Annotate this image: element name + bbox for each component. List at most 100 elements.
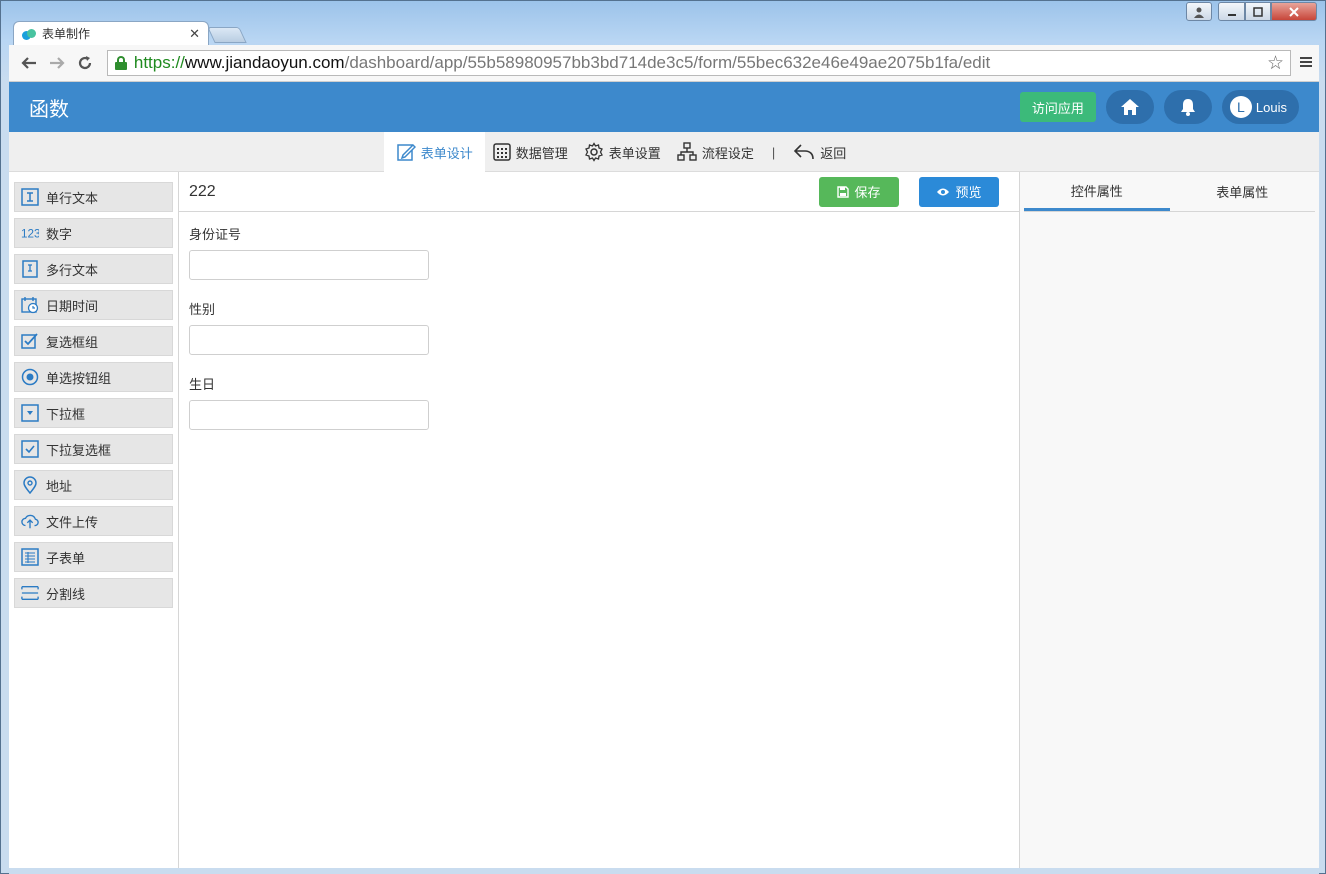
id-number-input[interactable] (189, 250, 429, 280)
maximize-button[interactable] (1245, 2, 1271, 21)
palette-label: 子表单 (46, 550, 86, 566)
preview-button[interactable]: 预览 (919, 176, 999, 207)
tab-label: 数据管理 (515, 145, 568, 161)
form-field-gender[interactable]: 性别 (179, 287, 1019, 362)
dropdown-check-icon (21, 440, 39, 458)
palette-item-datetime[interactable]: 日期时间 (14, 290, 173, 320)
app-title: 函数 (29, 98, 69, 121)
tab-title: 表单制作 (42, 27, 91, 41)
address-bar[interactable]: https://www.jiandaoyun.com/dashboard/app… (106, 50, 1291, 76)
properties-tabs: 控件属性 表单属性 (1024, 172, 1315, 212)
grid-icon (493, 143, 511, 161)
new-tab-button[interactable] (207, 27, 247, 43)
home-button[interactable] (1105, 90, 1154, 124)
tab-workflow[interactable]: 流程设定 (669, 132, 762, 172)
flow-icon (677, 142, 697, 161)
calendar-icon (21, 296, 39, 314)
preview-label: 预览 (955, 185, 982, 200)
tab-data-management[interactable]: 数据管理 (485, 132, 576, 172)
palette-label: 日期时间 (46, 298, 99, 314)
palette-item-checkbox-group[interactable]: 复选框组 (14, 326, 173, 356)
tab-close-icon[interactable]: ✕ (189, 26, 200, 42)
home-icon (1120, 99, 1139, 115)
url-scheme: https:// (133, 53, 185, 72)
gear-icon (584, 142, 603, 162)
edit-icon (397, 143, 416, 161)
tab-control-properties[interactable]: 控件属性 (1024, 172, 1170, 211)
user-menu[interactable]: L Louis (1221, 90, 1299, 124)
nav-separator: | (771, 144, 776, 160)
bookmark-star-icon[interactable]: ☆ (1267, 52, 1284, 75)
user-switch-icon[interactable] (1186, 2, 1212, 21)
close-window-button[interactable] (1271, 2, 1317, 21)
palette-label: 地址 (46, 478, 73, 494)
user-name: Louis (1255, 99, 1287, 115)
number-icon: 123 (21, 224, 39, 242)
palette-item-radio-group[interactable]: 单选按钮组 (14, 362, 173, 392)
svg-text:123: 123 (21, 228, 39, 241)
form-actions: 保存 预览 (819, 176, 999, 207)
browser-window: 表单制作 ✕ https://www.jiandaoyun.com/dashbo… (0, 0, 1326, 874)
palette-label: 单选按钮组 (46, 370, 112, 386)
notification-button[interactable] (1163, 90, 1212, 124)
gender-input[interactable] (189, 325, 429, 355)
palette-item-divider[interactable]: 分割线 (14, 578, 173, 608)
palette-item-number[interactable]: 123 数字 (14, 218, 173, 248)
reload-icon[interactable] (71, 49, 99, 77)
back-arrow-icon[interactable] (15, 49, 43, 77)
tab-label: 表单设置 (608, 145, 661, 161)
field-label: 生日 (189, 377, 216, 392)
save-button[interactable]: 保存 (819, 176, 899, 207)
palette-item-single-text[interactable]: 单行文本 (14, 182, 173, 212)
browser-menu-icon[interactable] (1299, 53, 1313, 74)
divider-icon (21, 584, 39, 602)
tab-form-design[interactable]: 表单设计 (383, 132, 485, 172)
palette-label: 下拉框 (46, 406, 86, 422)
visit-app-button[interactable]: 访问应用 (1019, 92, 1096, 122)
form-field-birthday[interactable]: 生日 (179, 362, 1019, 437)
back-button[interactable]: 返回 (785, 132, 854, 172)
url-host: www.jiandaoyun.com (184, 53, 345, 72)
textarea-icon (21, 260, 39, 278)
header-actions: 访问应用 L Louis (1019, 90, 1299, 124)
form-canvas: 222 保存 预览 身份证号 性别 生日 (179, 172, 1020, 868)
text-icon (21, 188, 39, 206)
radio-icon (21, 368, 39, 386)
browser-tab[interactable]: 表单制作 ✕ (13, 21, 209, 45)
upload-icon (21, 512, 39, 530)
url-path: /dashboard/app/55b58980957bb3bd714de3c5/… (344, 53, 991, 72)
palette-label: 分割线 (46, 586, 86, 602)
properties-panel: 控件属性 表单属性 (1020, 172, 1319, 868)
tab-form-properties[interactable]: 表单属性 (1170, 172, 1316, 211)
form-header: 222 保存 预览 (179, 172, 1019, 212)
bell-icon (1180, 99, 1195, 116)
tab-form-settings[interactable]: 表单设置 (576, 132, 669, 172)
palette-label: 下拉复选框 (46, 442, 112, 458)
site-favicon-icon (22, 27, 36, 41)
location-icon (21, 476, 39, 494)
form-field-id-number[interactable]: 身份证号 (179, 212, 1019, 287)
checkbox-icon (21, 332, 39, 350)
form-subnav: 表单设计 数据管理 表单设置 流程设定 | 返回 (9, 132, 1319, 172)
palette-item-dropdown[interactable]: 下拉框 (14, 398, 173, 428)
form-name[interactable]: 222 (189, 183, 216, 201)
forward-arrow-icon[interactable] (43, 49, 71, 77)
palette-item-file-upload[interactable]: 文件上传 (14, 506, 173, 536)
save-label: 保存 (854, 185, 881, 200)
lock-icon (114, 56, 128, 70)
app-header: 函数 访问应用 L Louis (9, 82, 1319, 132)
birthday-input[interactable] (189, 400, 429, 430)
palette-item-dropdown-checkbox[interactable]: 下拉复选框 (14, 434, 173, 464)
window-bottom-edge (9, 868, 1319, 874)
palette-item-multiline-text[interactable]: 多行文本 (14, 254, 173, 284)
minimize-button[interactable] (1218, 2, 1245, 21)
palette-label: 文件上传 (46, 514, 99, 530)
field-label: 性别 (189, 302, 216, 317)
palette-label: 数字 (46, 226, 73, 242)
subform-icon (21, 548, 39, 566)
palette-item-address[interactable]: 地址 (14, 470, 173, 500)
back-label: 返回 (820, 145, 847, 161)
palette-label: 复选框组 (46, 334, 99, 350)
palette-item-subform[interactable]: 子表单 (14, 542, 173, 572)
avatar: L (1229, 96, 1252, 118)
